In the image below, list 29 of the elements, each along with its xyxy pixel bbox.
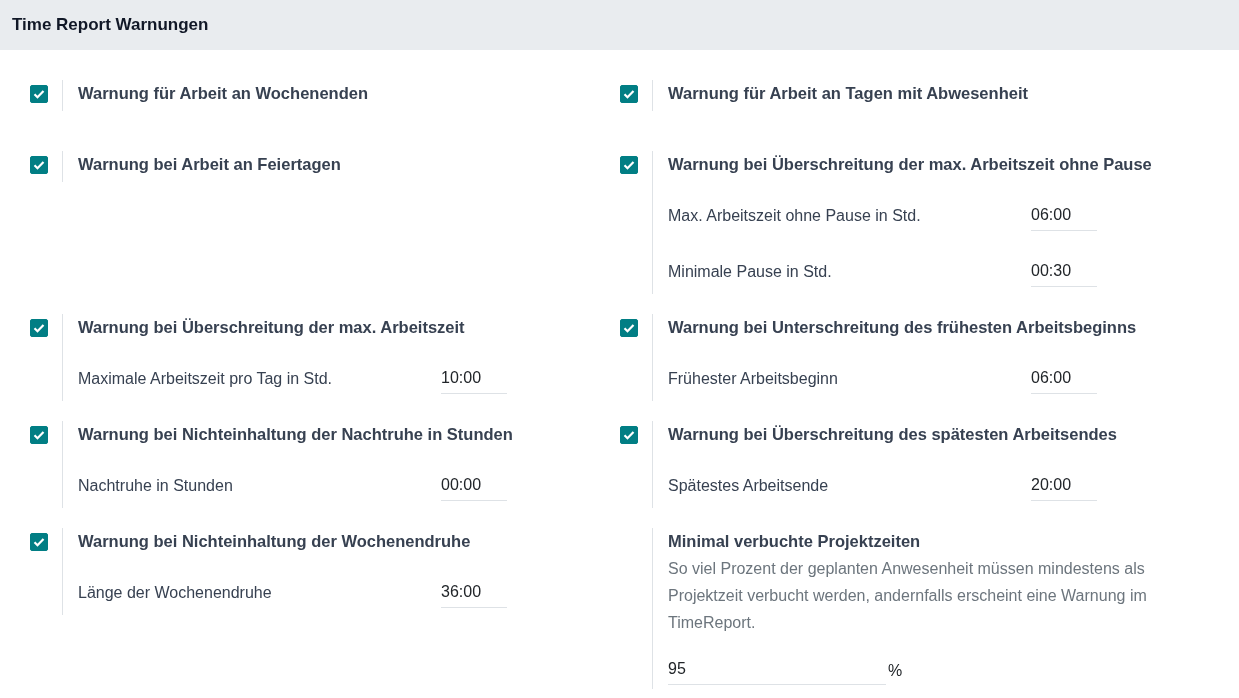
setting-title: Warnung bei Nichteinhaltung der Nachtruhe in Stunden [78,424,513,445]
field-label: Nachtruhe in Stunden [78,477,234,495]
setting-title: Warnung bei Arbeit an Feiertagen [78,154,341,175]
setting-title: Warnung bei Unterschreitung des frühesten Arbeitsbeginns [668,317,1137,338]
field-label: Max. Arbeitszeit ohne Pause in Std. [668,207,922,225]
setting-title: Warnung für Arbeit an Tagen mit Abwesenheit [668,83,1028,104]
field-label: Länge der Wochenendruhe [78,584,273,602]
checkbox[interactable] [30,533,48,551]
checkbox[interactable] [30,156,48,174]
field-label: Maximale Arbeitszeit pro Tag in Std. [78,370,334,388]
checkbox[interactable] [620,319,638,337]
setting-title: Minimal verbuchte Projektzeiten [668,531,922,552]
checkbox[interactable] [620,426,638,444]
setting-title: Warnung bei Überschreitung der max. Arbeitszeit ohne Pause [668,154,1152,175]
field-label: Minimale Pause in Std. [668,263,833,281]
checkbox[interactable] [30,85,48,103]
setting-title: Warnung bei Überschreitung der max. Arbeitszeit [78,317,466,338]
checkbox[interactable] [30,319,48,337]
setting-title: Warnung bei Überschreitung des spätesten Arbeitsendes [668,424,1117,445]
checkbox[interactable] [620,85,638,103]
setting-title: Warnung bei Nichteinhaltung der Wochenendruhe [78,531,472,552]
field-label: Frühester Arbeitsbeginn [668,370,839,388]
unit-label: % [888,661,903,680]
checkbox[interactable] [620,156,638,174]
setting-title: Warnung für Arbeit an Wochenenden [78,83,368,104]
checkbox[interactable] [30,426,48,444]
field-label: Spätestes Arbeitsende [668,477,830,495]
section-title: Time Report Warnungen [12,15,209,35]
setting-description: So viel Prozent der geplanten Anwesenheit müssen mindestens als Projektzeit verbucht werden, andernfalls erscheint eine Warnung im TimeReport. [668,559,1148,633]
